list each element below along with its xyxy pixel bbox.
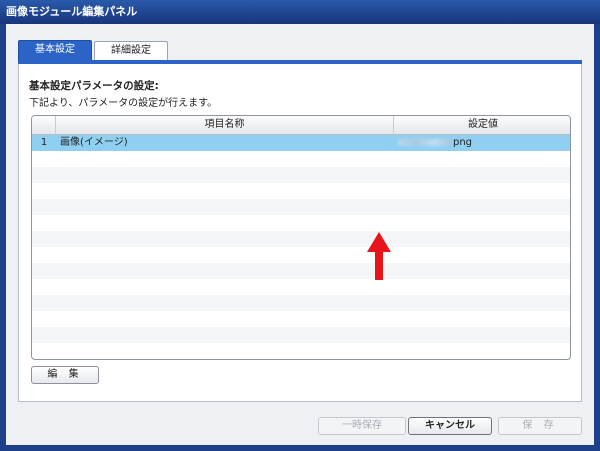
grid-header: 項目名称 設定値 <box>32 116 570 135</box>
row-number: 1 <box>40 137 48 148</box>
section-title: 基本設定パラメータの設定: <box>29 80 159 92</box>
parameter-grid: 項目名称 設定値 1 画像(イメージ) png <box>31 115 571 360</box>
empty-row <box>32 279 570 295</box>
window-titlebar: 画像モジュール編集パネル <box>0 0 600 24</box>
empty-row <box>32 167 570 183</box>
table-row[interactable]: 1 画像(イメージ) png <box>32 135 570 151</box>
empty-row <box>32 231 570 247</box>
empty-row <box>32 215 570 231</box>
row-setting-value: png <box>398 135 472 151</box>
arrow-up-icon <box>367 232 391 280</box>
empty-row <box>32 327 570 343</box>
settings-panel: 基本設定パラメータの設定: 下記より、パラメータの設定が行えます。 項目名称 設… <box>18 64 582 402</box>
column-header-number <box>32 116 56 135</box>
cancel-button[interactable]: キャンセル <box>408 417 492 435</box>
empty-row <box>32 151 570 167</box>
empty-row <box>32 199 570 215</box>
empty-row <box>32 183 570 199</box>
redacted-filename <box>398 138 452 146</box>
row-item-name: 画像(イメージ) <box>60 137 128 148</box>
module-edit-dialog: 基本設定 詳細設定 基本設定パラメータの設定: 下記より、パラメータの設定が行え… <box>6 24 594 445</box>
empty-row <box>32 311 570 327</box>
tab-advanced-settings[interactable]: 詳細設定 <box>94 41 168 60</box>
edit-button[interactable]: 編 集 <box>31 366 99 384</box>
column-header-item-name[interactable]: 項目名称 <box>56 116 394 135</box>
temporary-save-button[interactable]: 一時保存 <box>318 417 406 435</box>
grid-rows: 1 画像(イメージ) png <box>32 135 570 359</box>
empty-row <box>32 343 570 359</box>
empty-row <box>32 295 570 311</box>
tab-basic-settings[interactable]: 基本設定 <box>18 40 92 60</box>
empty-row <box>32 263 570 279</box>
save-button[interactable]: 保 存 <box>498 417 582 435</box>
column-header-setting-value[interactable]: 設定値 <box>394 116 570 135</box>
empty-row <box>32 247 570 263</box>
window-title: 画像モジュール編集パネル <box>6 5 138 18</box>
section-description: 下記より、パラメータの設定が行えます。 <box>29 98 218 109</box>
row-setting-value-extension: png <box>453 137 473 148</box>
